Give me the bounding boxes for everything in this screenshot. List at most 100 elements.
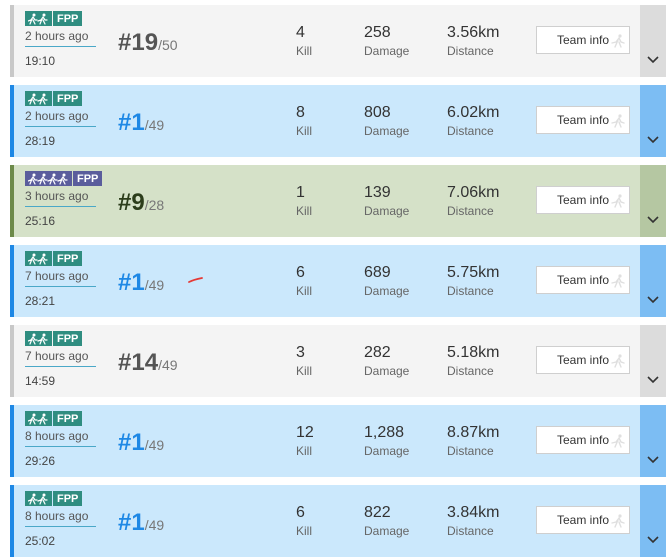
team-info-label: Team info <box>556 33 610 47</box>
rank-number: 1 <box>131 429 145 456</box>
damage-label: Damage <box>364 284 410 298</box>
mode-badge: FPP <box>25 11 83 26</box>
match-history-list: FPP 2 hours ago 19:10 #19/50 4 Kill 258 … <box>0 0 666 557</box>
match-rank: #1/49 <box>118 509 164 537</box>
mode-tag: FPP <box>53 411 83 426</box>
kill-value: 6 <box>296 504 305 521</box>
match-rank: #14/49 <box>118 349 178 377</box>
expand-row-button[interactable] <box>640 245 666 317</box>
duo-runners-icon <box>25 251 52 266</box>
distance-label: Distance <box>447 364 494 378</box>
match-rank: #1/49 <box>118 429 164 457</box>
mode-badge: FPP <box>25 331 83 346</box>
team-info-label: Team info <box>556 273 610 287</box>
match-row[interactable]: FPP 8 hours ago 25:02 #1/49 6 Kill 822 D… <box>10 485 666 557</box>
rank-number: 9 <box>131 189 145 216</box>
mode-badge: FPP <box>25 171 103 186</box>
expand-row-button[interactable] <box>640 485 666 557</box>
team-info-button[interactable]: Team info <box>536 346 630 374</box>
damage-stat: 1,288 Damage <box>364 423 409 459</box>
damage-stat: 258 Damage <box>364 23 409 59</box>
team-info-button[interactable]: Team info <box>536 186 630 214</box>
match-rank: #9/28 <box>118 189 164 217</box>
mode-badge: FPP <box>25 251 83 266</box>
team-info-label: Team info <box>556 513 610 527</box>
kill-value: 3 <box>296 344 305 361</box>
distance-value: 5.18km <box>447 344 500 361</box>
rank-number: 19 <box>131 29 159 56</box>
damage-label: Damage <box>364 444 410 458</box>
match-time-ago: 3 hours ago <box>25 189 96 207</box>
match-row[interactable]: FPP 2 hours ago 28:19 #1/49 8 Kill 808 D… <box>10 85 666 157</box>
damage-stat: 139 Damage <box>364 183 409 219</box>
squad-runners-icon <box>25 171 72 186</box>
damage-label: Damage <box>364 364 410 378</box>
red-annotation-mark <box>188 277 203 283</box>
match-rank: #1/49 <box>118 109 164 137</box>
distance-stat: 7.06km Distance <box>447 183 499 219</box>
team-info-button[interactable]: Team info <box>536 506 630 534</box>
damage-stat: 689 Damage <box>364 263 409 299</box>
mode-tag: FPP <box>53 331 83 346</box>
match-duration: 28:19 <box>25 134 56 148</box>
expand-row-button[interactable] <box>640 405 666 477</box>
runner-silhouette-icon <box>611 274 625 288</box>
distance-value: 5.75km <box>447 264 500 281</box>
distance-label: Distance <box>447 444 494 458</box>
mode-badge: FPP <box>25 411 83 426</box>
kill-stat: 4 Kill <box>296 23 312 59</box>
match-row[interactable]: FPP 8 hours ago 29:26 #1/49 12 Kill 1,28… <box>10 405 666 477</box>
distance-stat: 8.87km Distance <box>447 423 499 459</box>
match-row[interactable]: FPP 3 hours ago 25:16 #9/28 1 Kill 139 D… <box>10 165 666 237</box>
expand-row-button[interactable] <box>640 325 666 397</box>
rank-total: /49 <box>144 517 165 533</box>
kill-value: 4 <box>296 24 305 41</box>
team-info-label: Team info <box>556 353 610 367</box>
team-info-button[interactable]: Team info <box>536 106 630 134</box>
kill-stat: 1 Kill <box>296 183 312 219</box>
match-time-ago: 2 hours ago <box>25 29 96 47</box>
chevron-down-icon <box>647 56 659 64</box>
mode-badge: FPP <box>25 91 83 106</box>
team-info-button[interactable]: Team info <box>536 426 630 454</box>
match-time-ago: 2 hours ago <box>25 109 96 127</box>
distance-label: Distance <box>447 204 494 218</box>
rank-hash: # <box>118 269 132 296</box>
match-row[interactable]: FPP 7 hours ago 14:59 #14/49 3 Kill 282 … <box>10 325 666 397</box>
chevron-down-icon <box>647 216 659 224</box>
match-duration: 14:59 <box>25 374 56 388</box>
match-duration: 28:21 <box>25 294 56 308</box>
expand-row-button[interactable] <box>640 5 666 77</box>
duo-runners-icon <box>25 411 52 426</box>
kill-value: 1 <box>296 184 305 201</box>
chevron-down-icon <box>647 376 659 384</box>
damage-value: 139 <box>364 184 391 201</box>
kill-stat: 3 Kill <box>296 343 312 379</box>
distance-value: 7.06km <box>447 184 500 201</box>
rank-total: /49 <box>158 357 178 373</box>
distance-value: 3.56km <box>447 24 500 41</box>
chevron-down-icon <box>647 136 659 144</box>
match-row[interactable]: FPP 2 hours ago 19:10 #19/50 4 Kill 258 … <box>10 5 666 77</box>
expand-row-button[interactable] <box>640 165 666 237</box>
kill-stat: 6 Kill <box>296 503 312 539</box>
runner-silhouette-icon <box>611 194 625 208</box>
kill-stat: 8 Kill <box>296 103 312 139</box>
match-row[interactable]: FPP 7 hours ago 28:21 #1/49 6 Kill 689 D… <box>10 245 666 317</box>
distance-value: 3.84km <box>447 504 500 521</box>
rank-hash: # <box>118 29 132 56</box>
distance-label: Distance <box>447 524 494 538</box>
rank-total: /28 <box>144 197 165 213</box>
runner-silhouette-icon <box>611 114 625 128</box>
rank-total: /49 <box>144 117 165 133</box>
team-info-label: Team info <box>556 193 610 207</box>
kill-label: Kill <box>296 124 313 138</box>
damage-label: Damage <box>364 524 410 538</box>
damage-value: 822 <box>364 504 391 521</box>
expand-row-button[interactable] <box>640 85 666 157</box>
team-info-button[interactable]: Team info <box>536 26 630 54</box>
duo-runners-icon <box>25 11 52 26</box>
damage-label: Damage <box>364 124 410 138</box>
team-info-button[interactable]: Team info <box>536 266 630 294</box>
rank-total: /49 <box>144 437 165 453</box>
